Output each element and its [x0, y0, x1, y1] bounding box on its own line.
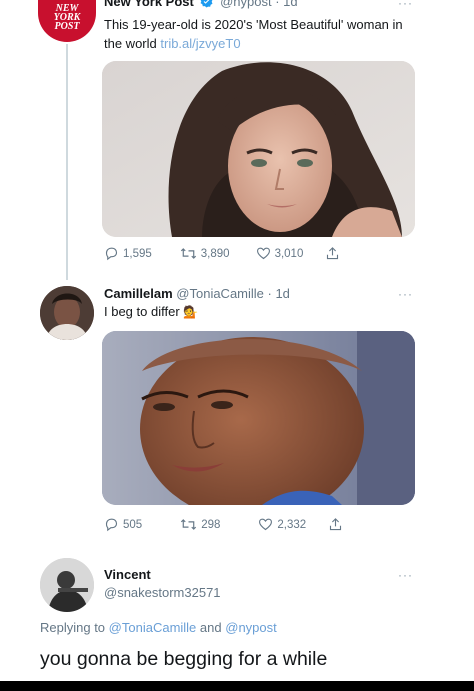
tweet1-handle-time[interactable]: @nypost · 1d: [220, 0, 298, 9]
tweet3-more-icon[interactable]: ···: [398, 568, 413, 582]
tweet1-like[interactable]: 3,010: [256, 246, 304, 261]
woman-portrait-image: [102, 61, 415, 237]
tweet2-reply[interactable]: 505: [104, 517, 142, 532]
tweet3-display-name-line: Vincent: [104, 567, 151, 582]
tweet1-retweet[interactable]: 3,890: [180, 246, 230, 261]
tweet1-display-name[interactable]: New York Post: [104, 0, 194, 9]
tweet1-retweet-count: 3,890: [200, 247, 230, 260]
tweet3-display-name[interactable]: Vincent: [104, 567, 151, 582]
tweet1-reply-count: 1,595: [123, 247, 152, 260]
tweet2-text: I beg to differ 💁: [104, 302, 404, 322]
tweet2-retweet[interactable]: 298: [180, 517, 220, 532]
tweet2-like-count: 2,332: [277, 518, 307, 531]
tweet2-header: Camillelam @ToniaCamille · 1d: [104, 286, 290, 301]
tweet2-display-name[interactable]: Camillelam: [104, 286, 173, 301]
tweet1-reply[interactable]: 1,595: [104, 246, 152, 261]
heart-icon: [256, 247, 270, 260]
replying-mention-tonia[interactable]: @ToniaCamille: [109, 620, 197, 635]
tweet1-header: New York Post @nypost · 1d: [104, 0, 298, 9]
woman-selfie-image: [102, 331, 415, 505]
tweet2-share[interactable]: [328, 517, 343, 532]
tweet2-retweet-count: 298: [201, 518, 221, 531]
tweet2-more-icon[interactable]: ···: [398, 287, 413, 301]
replying-mention-nypost[interactable]: @nypost: [225, 620, 277, 635]
tweet2-like[interactable]: 2,332: [258, 517, 306, 532]
tweet2-photo[interactable]: [102, 331, 415, 505]
tweet2-emoji: 💁: [183, 305, 199, 319]
tweet1-body: This 19-year-old is 2020's 'Most Beautif…: [104, 17, 403, 51]
nypost-avatar[interactable]: NEW YORK POST: [38, 0, 96, 42]
replying-and: and: [199, 620, 222, 635]
tweet1-like-count: 3,010: [274, 247, 304, 260]
tweet1-more-icon[interactable]: ···: [398, 0, 413, 10]
avatar-photo: [40, 558, 94, 612]
bottom-edge-bar: [0, 681, 474, 691]
tweet3-handle[interactable]: @snakestorm32571: [104, 585, 221, 600]
share-icon: [327, 247, 339, 260]
retweet-icon: [181, 519, 197, 530]
tweet2-handle-time[interactable]: @ToniaCamille · 1d: [176, 286, 290, 301]
tweet2-body: I beg to differ: [104, 304, 180, 319]
tweet2-actions: 505 298 2,332: [104, 517, 343, 532]
tweet1-link[interactable]: trib.al/jzvyeT0: [160, 36, 240, 51]
tweet1-actions: 1,595 3,890 3,010: [104, 246, 340, 261]
verified-badge-icon: [200, 0, 213, 8]
retweet-icon: [180, 248, 196, 259]
vincent-avatar[interactable]: [40, 558, 94, 612]
tweet3-handle-line: @snakestorm32571: [104, 585, 221, 600]
reply-icon: [105, 518, 118, 532]
camillelam-avatar[interactable]: [40, 286, 94, 340]
tweet1-text: This 19-year-old is 2020's 'Most Beautif…: [104, 15, 424, 53]
nypost-logo-text: NEW YORK POST: [53, 3, 81, 32]
replying-to-line: Replying to @ToniaCamille and @nypost: [40, 620, 277, 635]
avatar-photo: [40, 286, 94, 340]
tweet2-reply-count: 505: [123, 518, 143, 531]
share-icon: [330, 518, 342, 531]
reply-icon: [105, 247, 118, 261]
tweet1-share[interactable]: [325, 246, 340, 261]
heart-icon: [259, 518, 273, 531]
thread-line: [66, 44, 68, 280]
tweet1-photo[interactable]: [102, 61, 415, 237]
replying-to-prefix: Replying to: [40, 620, 106, 635]
tweet3-text: you gonna be begging for a while: [40, 648, 328, 670]
